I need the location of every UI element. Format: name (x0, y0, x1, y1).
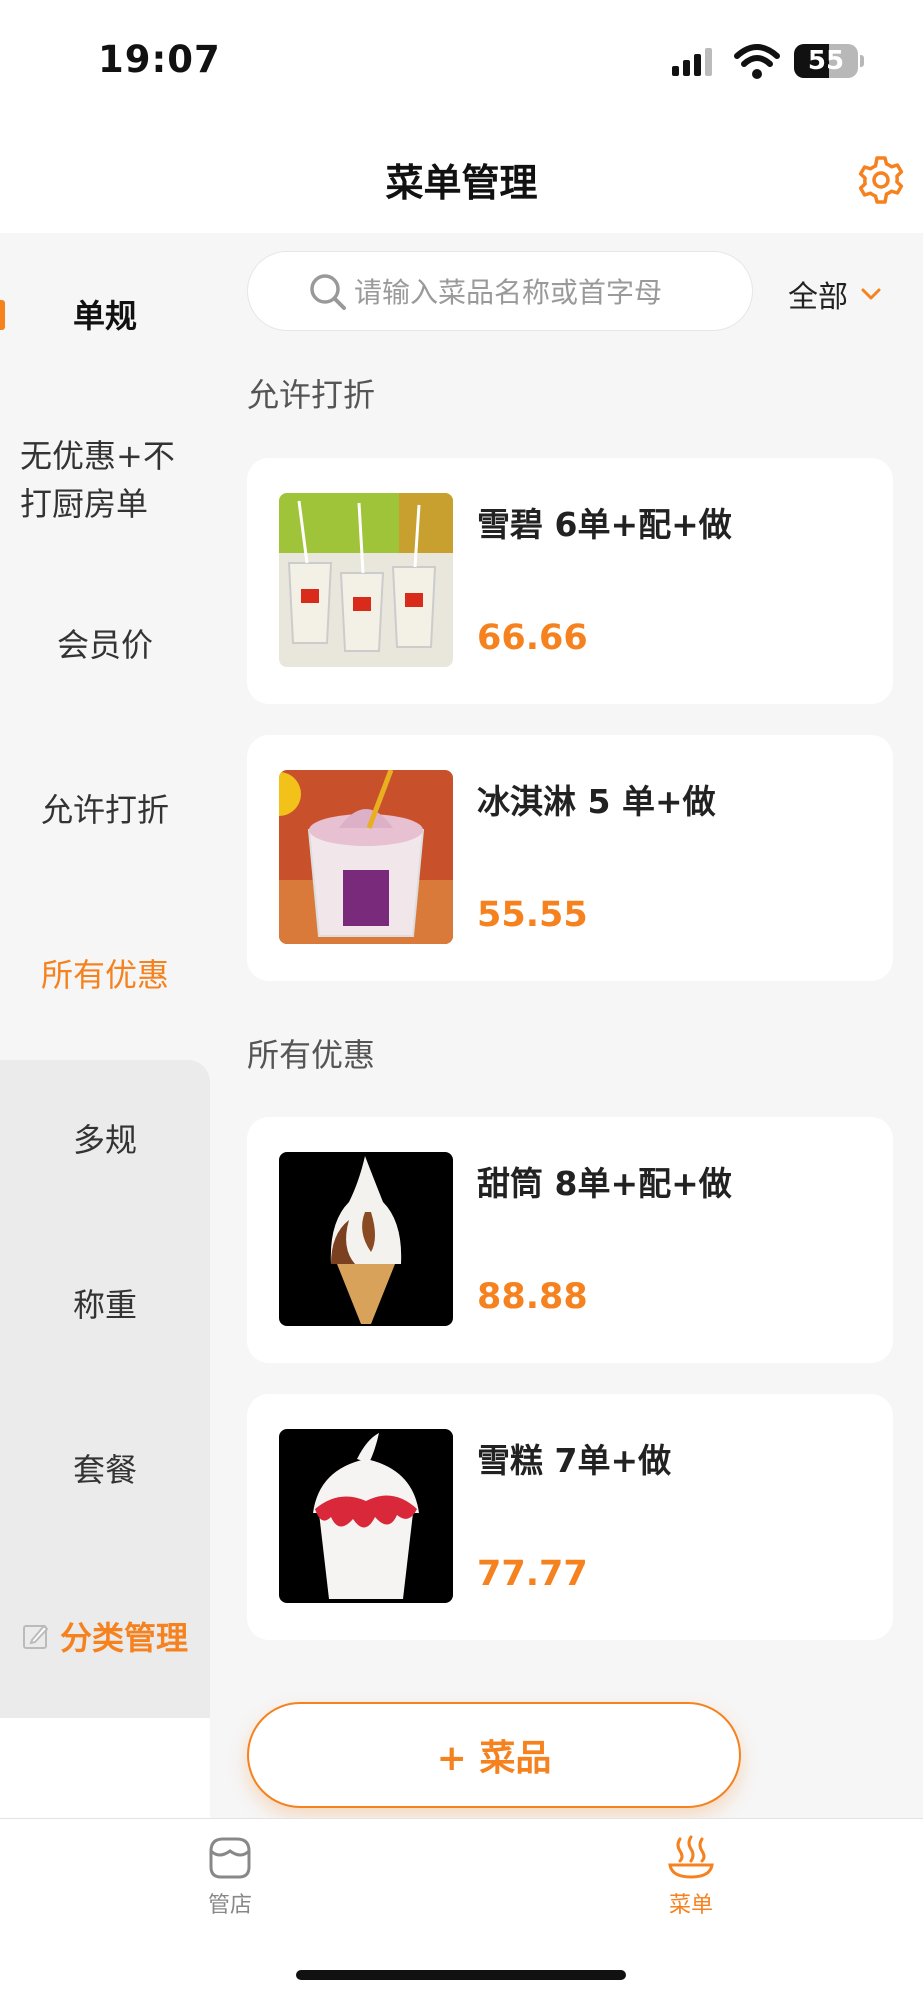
battery-level: 55 (807, 46, 845, 76)
sidebar-item-all-offers[interactable]: 所有优惠 (0, 925, 210, 1025)
menu-item-card[interactable]: 甜筒 8单+配+做 88.88 (247, 1117, 893, 1363)
sidebar-item-allow-discount[interactable]: 允许打折 (0, 760, 210, 860)
item-name: 雪碧 6单+配+做 (477, 505, 732, 544)
cone-photo (279, 1152, 453, 1326)
item-name: 冰淇淋 5 单+做 (477, 782, 716, 821)
section-title: 所有优惠 (247, 1036, 376, 1074)
filter-dropdown[interactable]: 全部 (788, 272, 882, 316)
item-price: 77.77 (477, 1554, 588, 1594)
sidebar-item-weighed[interactable]: 称重 (0, 1255, 210, 1355)
tab-store[interactable]: 管店 (170, 1833, 290, 1919)
section-title: 允许打折 (247, 376, 376, 414)
sundae-photo (279, 1429, 453, 1603)
item-name: 甜筒 8单+配+做 (477, 1164, 732, 1203)
battery-icon: 55 (794, 44, 858, 78)
ice-cream-photo (279, 770, 453, 944)
status-time: 19:07 (98, 38, 221, 81)
item-price: 88.88 (477, 1277, 588, 1317)
battery-tip (860, 55, 864, 67)
category-manage-label: 分类管理 (59, 1619, 188, 1657)
category-manage-button[interactable]: 分类管理 (0, 1554, 210, 1718)
item-name: 雪糕 7单+做 (477, 1441, 672, 1480)
menu-item-card[interactable]: 雪糕 7单+做 77.77 (247, 1394, 893, 1640)
menu-item-card[interactable]: 雪碧 6单+配+做 66.66 (247, 458, 893, 704)
tab-menu[interactable]: 菜单 (631, 1833, 751, 1919)
search-placeholder: 请输入菜品名称或首字母 (354, 276, 663, 309)
settings-gear-icon[interactable] (855, 154, 907, 206)
sidebar-item-single-spec[interactable]: 单规 (0, 266, 210, 366)
home-indicator (296, 1970, 626, 1980)
store-icon (209, 1837, 251, 1879)
menu-bowl-icon (668, 1835, 714, 1879)
wifi-icon (734, 44, 780, 79)
sidebar-item-multi-spec[interactable]: 多规 (0, 1090, 210, 1190)
sidebar-item-member-price[interactable]: 会员价 (0, 595, 210, 695)
search-input[interactable]: 请输入菜品名称或首字母 (247, 251, 753, 331)
add-dish-button[interactable]: + 菜品 (247, 1702, 741, 1808)
search-icon (310, 274, 346, 310)
edit-icon (22, 1624, 49, 1649)
sprite-photo (279, 493, 453, 667)
tab-label: 菜单 (668, 1893, 713, 1918)
tab-label: 管店 (207, 1893, 252, 1918)
chevron-down-icon (861, 288, 881, 300)
sidebar-item-no-discount[interactable]: 无优惠+不打厨房单 (0, 430, 210, 530)
sidebar-item-combo[interactable]: 套餐 (0, 1420, 210, 1520)
item-price: 55.55 (477, 895, 588, 935)
item-price: 66.66 (477, 618, 588, 658)
filter-label: 全部 (788, 280, 848, 315)
cellular-signal-icon (672, 46, 712, 76)
menu-item-card[interactable]: 冰淇淋 5 单+做 55.55 (247, 735, 893, 981)
page-title: 菜单管理 (385, 161, 538, 205)
